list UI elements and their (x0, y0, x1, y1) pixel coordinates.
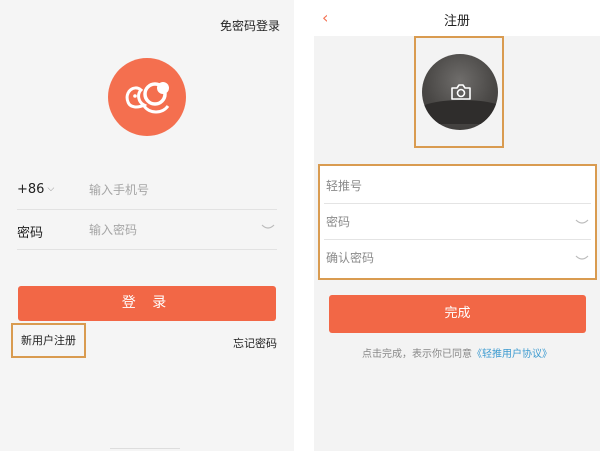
logo-icon (108, 58, 186, 136)
panel-gap (294, 0, 314, 451)
password-row: 密码 (17, 210, 277, 250)
login-button[interactable]: 登 录 (18, 286, 276, 321)
chevron-down-icon: ⌵ (47, 184, 55, 194)
country-code-select[interactable]: +86 ⌵ (17, 182, 54, 197)
user-agreement-link[interactable]: 《轻推用户协议》 (472, 349, 552, 360)
account-id-row (324, 168, 591, 204)
passwordless-login-link[interactable]: 免密码登录 (220, 17, 280, 34)
country-code: +86 (17, 182, 45, 197)
camera-icon (451, 84, 471, 100)
phone-input[interactable] (89, 180, 259, 200)
register-form (318, 164, 597, 280)
divider (110, 448, 180, 449)
forgot-password-link[interactable]: 忘记密码 (233, 335, 277, 351)
done-button[interactable]: 完成 (329, 295, 586, 333)
avatar-upload[interactable] (422, 54, 498, 130)
password-label: 密码 (17, 226, 44, 241)
password-input[interactable] (326, 213, 556, 231)
account-id-input[interactable] (326, 177, 556, 195)
eye-icon[interactable] (575, 217, 589, 227)
eye-icon[interactable] (261, 222, 275, 232)
password-input[interactable] (89, 220, 259, 240)
agreement-prefix: 点击完成，表示你已同意 (362, 349, 472, 360)
confirm-password-input[interactable] (326, 249, 556, 267)
header: ‹ 注册 (314, 0, 600, 36)
login-screen: 免密码登录 +86⌵ 密码 登 录 新用户注册 忘记密码 (0, 0, 294, 451)
agreement-text: 点击完成，表示你已同意《轻推用户协议》 (314, 345, 600, 360)
password-row (324, 204, 591, 240)
register-screen: ‹ 注册 完成 点击完成，表示你已同意《轻推 (314, 0, 600, 451)
avatar-highlight (414, 36, 504, 148)
eye-icon[interactable] (575, 253, 589, 263)
confirm-password-row (324, 240, 591, 276)
page-title: 注册 (443, 14, 470, 29)
phone-row: +86 ⌵ (17, 170, 277, 210)
register-link[interactable]: 新用户注册 (11, 323, 86, 358)
